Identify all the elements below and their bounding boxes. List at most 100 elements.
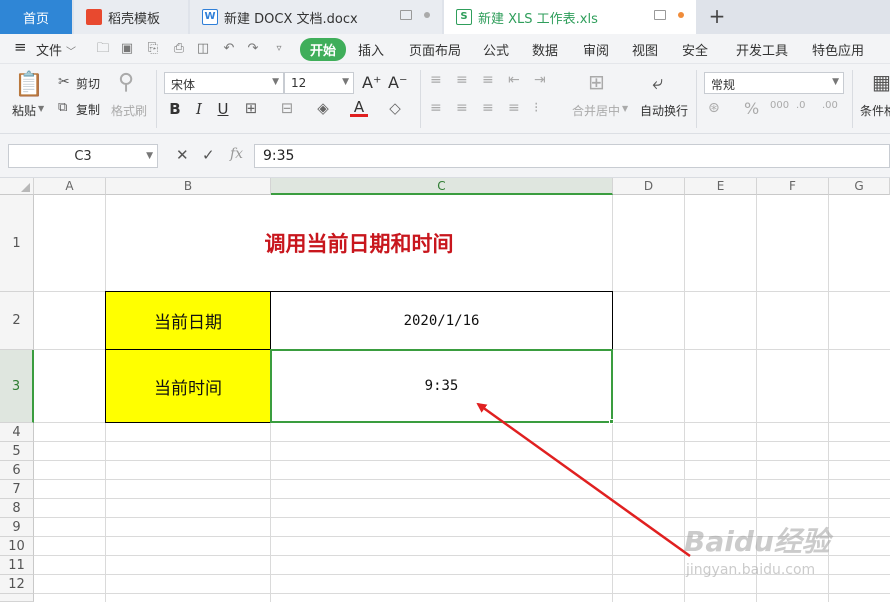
monitor-icon[interactable] xyxy=(400,10,412,20)
cancel-icon[interactable]: ✕ xyxy=(176,146,189,164)
conditional-format-button[interactable]: 条件格 xyxy=(860,102,890,119)
row-header-5[interactable]: 5 xyxy=(0,442,34,461)
menu-review[interactable]: 审阅 xyxy=(583,40,609,59)
menu-security[interactable]: 安全 xyxy=(682,40,708,59)
save-icon[interactable]: ▣ xyxy=(120,42,134,55)
italic-icon[interactable]: I xyxy=(190,100,208,118)
clear-format-icon[interactable]: ◇ xyxy=(386,99,404,117)
fill-pattern-icon[interactable]: ⊟ xyxy=(278,99,296,117)
menu-data[interactable]: 数据 xyxy=(532,40,558,59)
row-header-9[interactable]: 9 xyxy=(0,518,34,537)
border-icon[interactable]: ⊞ xyxy=(242,99,260,117)
copy-button[interactable]: 复制 xyxy=(76,101,100,118)
open-folder-icon[interactable]: 🗀 xyxy=(96,42,110,55)
bold-icon[interactable]: B xyxy=(166,100,184,118)
print-preview-icon[interactable]: ◫ xyxy=(196,42,210,55)
align-center-icon[interactable]: ≡ xyxy=(456,100,468,116)
row-header-11[interactable]: 11 xyxy=(0,556,34,575)
menu-special-features[interactable]: 特色应用 xyxy=(812,40,864,59)
undo-icon[interactable]: ↶ xyxy=(222,42,236,55)
tab-docx-document[interactable]: W 新建 DOCX 文档.docx xyxy=(190,0,442,34)
column-header-e[interactable]: E xyxy=(685,178,757,195)
row-header-12[interactable]: 12 xyxy=(0,575,34,594)
select-all-corner[interactable] xyxy=(0,178,34,195)
tab-docer-templates[interactable]: 稻壳模板 xyxy=(74,0,188,34)
font-color-icon[interactable]: A xyxy=(350,100,368,117)
row-header-8[interactable]: 8 xyxy=(0,499,34,518)
paste-icon[interactable]: 📋 xyxy=(14,70,44,98)
merge-center-button[interactable]: 合并居中 xyxy=(572,102,620,119)
thousands-icon[interactable]: 000 xyxy=(770,100,789,111)
decrease-font-icon[interactable]: A⁻ xyxy=(388,73,407,92)
font-size-select[interactable]: 12 ▼ xyxy=(284,72,354,94)
column-header-b[interactable]: B xyxy=(106,178,271,195)
export-icon[interactable]: ⎘ xyxy=(146,42,160,55)
unsaved-dot-icon[interactable] xyxy=(678,12,684,18)
column-header-g[interactable]: G xyxy=(829,178,890,195)
paste-dropdown-icon[interactable]: ▼ xyxy=(38,104,44,113)
formula-input[interactable]: 9:35 xyxy=(254,144,890,168)
tab-xls-workbook[interactable]: S 新建 XLS 工作表.xls xyxy=(444,0,696,34)
worksheet-grid[interactable]: A B C D E F G 1 2 3 4 5 6 7 8 9 10 11 12… xyxy=(0,178,890,602)
distribute-icon[interactable]: ⁝ xyxy=(534,100,538,116)
increase-decimal-icon[interactable]: .0 xyxy=(796,100,806,111)
increase-font-icon[interactable]: A⁺ xyxy=(362,73,381,92)
print-icon[interactable]: ⎙ xyxy=(172,42,186,55)
row-header-3[interactable]: 3 xyxy=(0,350,34,423)
title-cell[interactable]: 调用当前日期和时间 xyxy=(106,195,612,291)
row-header-13[interactable] xyxy=(0,594,34,602)
wrap-text-button[interactable]: 自动换行 xyxy=(640,102,688,119)
align-top-icon[interactable]: ≡ xyxy=(430,72,442,88)
currency-icon[interactable]: ⊛ xyxy=(708,100,720,116)
date-label-cell[interactable]: 当前日期 xyxy=(105,291,271,350)
format-painter-button[interactable]: 格式刷 xyxy=(111,102,147,119)
row-header-7[interactable]: 7 xyxy=(0,480,34,499)
menu-formulas[interactable]: 公式 xyxy=(483,40,509,59)
align-bottom-icon[interactable]: ≡ xyxy=(482,72,494,88)
menu-insert[interactable]: 插入 xyxy=(358,40,384,59)
customize-chevron-icon[interactable]: ▿ xyxy=(272,42,286,55)
align-middle-icon[interactable]: ≡ xyxy=(456,72,468,88)
menu-page-layout[interactable]: 页面布局 xyxy=(409,40,461,59)
align-right-icon[interactable]: ≡ xyxy=(482,100,494,116)
insert-function-icon[interactable]: fx xyxy=(230,146,243,162)
menu-view[interactable]: 视图 xyxy=(632,40,658,59)
time-value-cell[interactable]: 9:35 xyxy=(270,349,613,423)
format-painter-icon[interactable]: ⚲ xyxy=(118,70,134,95)
cut-button[interactable]: 剪切 xyxy=(76,75,100,92)
hamburger-menu-icon[interactable]: ≡ xyxy=(14,38,27,56)
scissors-icon[interactable]: ✂ xyxy=(58,74,70,90)
tab-close-dot-icon[interactable] xyxy=(424,12,430,18)
monitor-icon[interactable] xyxy=(654,10,666,20)
menu-home-start[interactable]: 开始 xyxy=(300,38,347,61)
align-left-icon[interactable]: ≡ xyxy=(430,100,442,116)
conditional-format-icon[interactable]: ▦ xyxy=(872,70,890,94)
row-header-4[interactable]: 4 xyxy=(0,423,34,442)
chevron-down-icon[interactable]: ﹀ xyxy=(66,43,76,58)
row-header-1[interactable]: 1 xyxy=(0,195,34,292)
fill-color-icon[interactable]: ◈ xyxy=(314,99,332,117)
decrease-indent-icon[interactable]: ⇤ xyxy=(508,72,520,88)
redo-icon[interactable]: ↷ xyxy=(246,42,260,55)
column-header-a[interactable]: A xyxy=(34,178,106,195)
percent-icon[interactable]: % xyxy=(744,99,759,118)
increase-indent-icon[interactable]: ⇥ xyxy=(534,72,546,88)
menu-developer[interactable]: 开发工具 xyxy=(736,40,788,59)
confirm-icon[interactable]: ✓ xyxy=(202,146,215,164)
date-value-cell[interactable]: 2020/1/16 xyxy=(270,291,613,350)
wrap-text-icon[interactable]: ⤶ xyxy=(652,70,663,94)
name-box[interactable]: C3 ▼ xyxy=(8,144,158,168)
fill-handle[interactable] xyxy=(609,419,614,424)
merge-cells-icon[interactable]: ⊞ xyxy=(588,70,605,94)
number-format-select[interactable]: 常规 ▼ xyxy=(704,72,844,94)
underline-icon[interactable]: U xyxy=(214,100,232,118)
decrease-decimal-icon[interactable]: .00 xyxy=(822,100,838,111)
paste-button[interactable]: 粘贴 xyxy=(12,102,36,119)
justify-icon[interactable]: ≡ xyxy=(508,100,520,116)
column-header-d[interactable]: D xyxy=(613,178,685,195)
copy-icon[interactable]: ⧉ xyxy=(58,100,67,115)
new-tab-plus-icon[interactable]: + xyxy=(706,4,728,28)
column-header-f[interactable]: F xyxy=(757,178,829,195)
tab-home[interactable]: 首页 xyxy=(0,0,72,34)
merge-dropdown-icon[interactable]: ▼ xyxy=(622,104,628,113)
